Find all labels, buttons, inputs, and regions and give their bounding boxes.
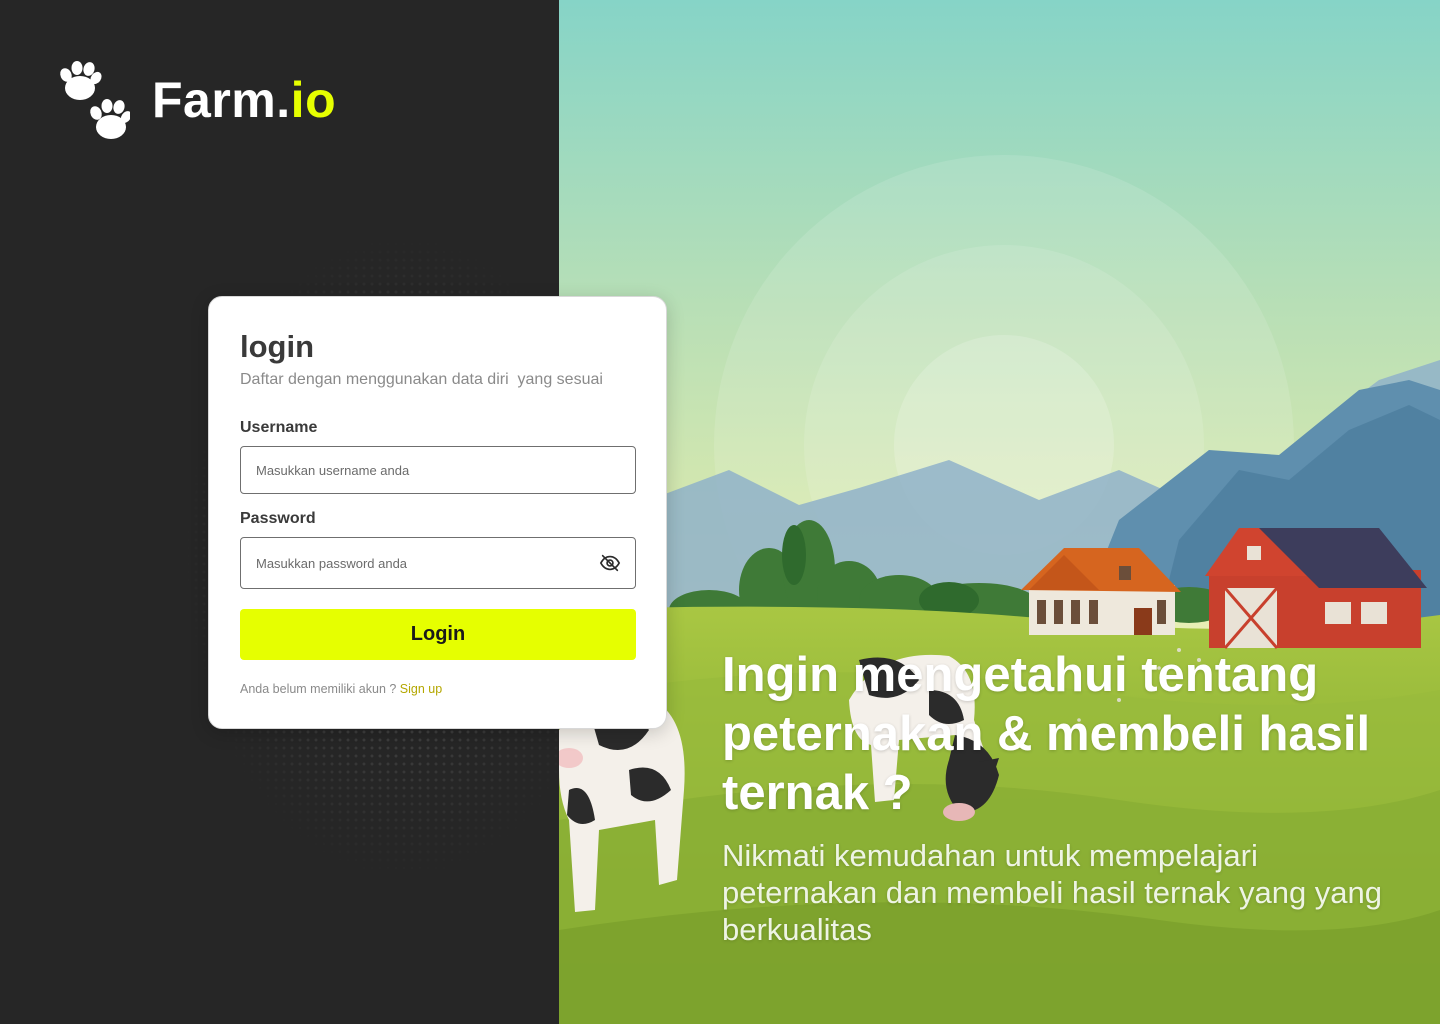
hero-subtitle: Nikmati kemudahan untuk mempelajari pete… [722, 838, 1383, 947]
login-subtitle: Daftar dengan menggunakan data diri yang… [240, 371, 603, 388]
login-title: login [240, 329, 315, 364]
brand-name-suffix: io [290, 72, 337, 128]
paw-icon [60, 61, 130, 139]
hero-title: Ingin mengetahui tentang peternakan & me… [722, 648, 1371, 820]
signup-link[interactable]: Sign up [400, 682, 442, 696]
login-button[interactable]: Login [240, 609, 636, 660]
signup-prompt: Anda belum memiliki akun ? [240, 682, 400, 696]
password-field-box [240, 537, 636, 589]
username-input[interactable] [241, 447, 635, 493]
username-label: Username [240, 419, 318, 436]
eye-off-icon[interactable] [599, 552, 621, 574]
login-card: login Daftar dengan menggunakan data dir… [208, 296, 667, 729]
username-field-box [240, 446, 636, 494]
password-label: Password [240, 510, 316, 527]
brand-name-main: Farm. [152, 72, 291, 128]
brand-logo[interactable]: Farm.io [58, 58, 336, 142]
brand-name: Farm.io [152, 71, 336, 129]
hero-section: Ingin mengetahui tentang peternakan & me… [722, 646, 1412, 948]
password-input[interactable] [241, 538, 635, 588]
signup-row: Anda belum memiliki akun ? Sign up [240, 682, 635, 696]
